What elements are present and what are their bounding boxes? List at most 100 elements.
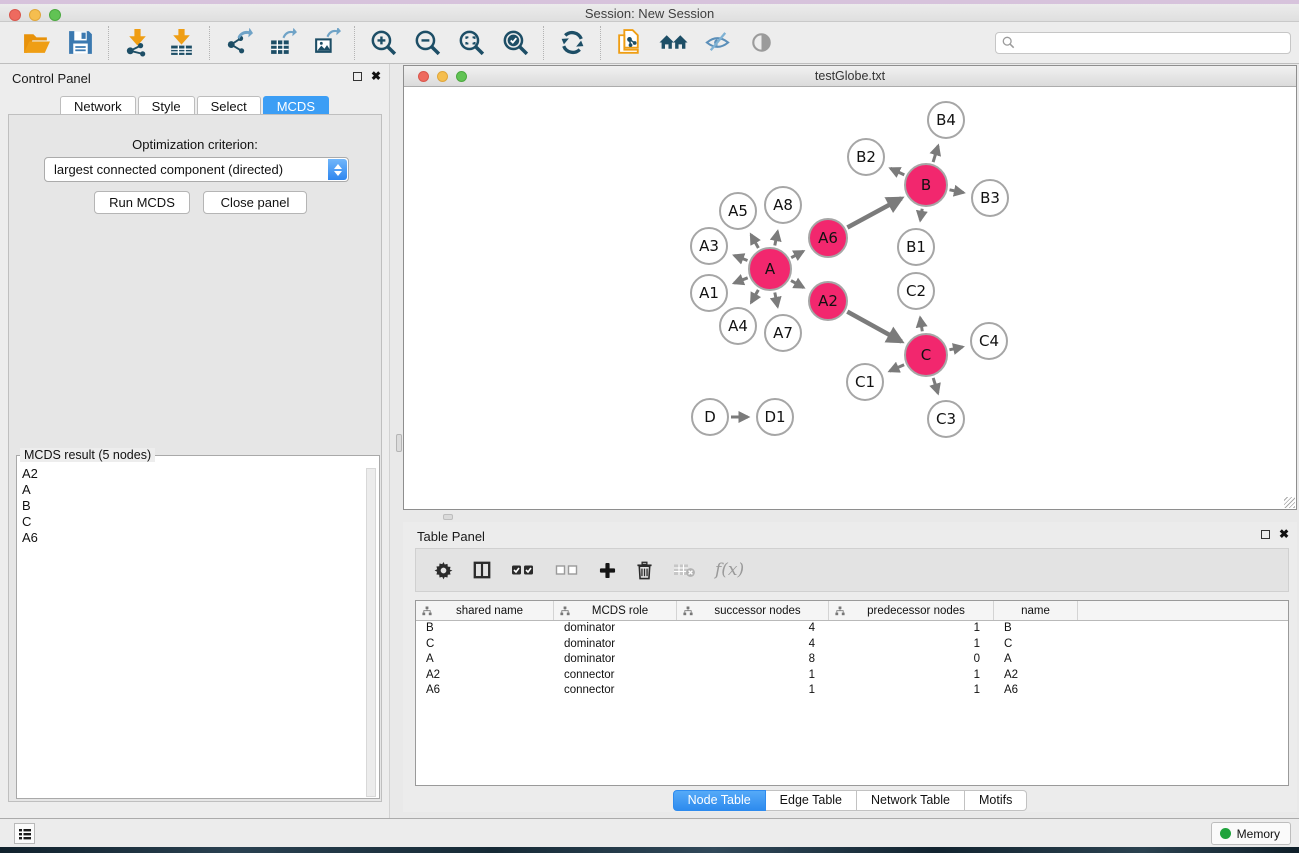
table-cell[interactable]: connector [554, 668, 677, 684]
edge-B-B3[interactable] [950, 190, 964, 193]
table-cell[interactable]: 1 [829, 668, 994, 684]
edge-B-B1[interactable] [920, 209, 922, 221]
edge-A-A7[interactable] [775, 293, 778, 307]
show-details-button[interactable] [743, 26, 779, 60]
select-all-button[interactable] [511, 563, 535, 577]
deselect-all-button[interactable] [555, 563, 579, 577]
table-cell[interactable]: dominator [554, 652, 677, 668]
result-item[interactable]: B [17, 498, 365, 514]
edge-C-C3[interactable] [933, 378, 938, 393]
result-item[interactable]: C [17, 514, 365, 530]
criterion-dropdown[interactable]: largest connected component (directed) [44, 157, 349, 182]
table-cell[interactable]: 1 [677, 668, 829, 684]
edge-A6-B[interactable] [847, 198, 901, 227]
resize-grip-icon[interactable] [1284, 497, 1295, 508]
result-item[interactable]: A2 [17, 466, 365, 482]
network-graph-canvas[interactable]: B4B2BB3B1A5A8A6A3AA1C2A4A7A2C4CC1C3DD1 [404, 87, 1296, 509]
float-panel-icon[interactable] [353, 72, 362, 81]
table-row[interactable]: Bdominator41B [416, 621, 1288, 637]
table-cell[interactable]: C [994, 637, 1078, 653]
table-cell[interactable]: A2 [994, 668, 1078, 684]
tab-node-table[interactable]: Node Table [673, 790, 766, 811]
zoom-in-button[interactable] [365, 26, 401, 60]
add-row-button[interactable] [599, 562, 616, 579]
table-cell[interactable]: A [416, 652, 554, 668]
table-cell[interactable]: 1 [829, 683, 994, 699]
table-cell[interactable]: 8 [677, 652, 829, 668]
horizontal-splitter-handle[interactable] [443, 514, 453, 520]
table-cell[interactable]: A [994, 652, 1078, 668]
table-cell[interactable]: 1 [829, 637, 994, 653]
export-network-button[interactable] [220, 26, 256, 60]
edge-A-A6[interactable] [791, 251, 803, 258]
table-cell[interactable]: B [416, 621, 554, 637]
edge-A-A8[interactable] [775, 232, 778, 246]
run-mcds-button[interactable]: Run MCDS [94, 191, 190, 214]
show-columns-button[interactable] [473, 561, 491, 579]
edge-B-B2[interactable] [891, 168, 905, 175]
table-cell[interactable]: 1 [677, 683, 829, 699]
table-row[interactable]: A6connector11A6 [416, 683, 1288, 699]
table-row[interactable]: Cdominator41C [416, 637, 1288, 653]
open-file-button[interactable] [18, 26, 54, 60]
table-cell[interactable]: dominator [554, 637, 677, 653]
save-session-button[interactable] [62, 26, 98, 60]
table-cell[interactable]: 4 [677, 637, 829, 653]
task-history-button[interactable] [14, 823, 35, 844]
refresh-network-button[interactable] [554, 26, 590, 60]
close-panel-icon[interactable]: ✖ [371, 71, 381, 81]
edge-C-C4[interactable] [949, 347, 962, 350]
edge-A-A4[interactable] [751, 290, 758, 303]
zoom-out-button[interactable] [409, 26, 445, 60]
hide-details-button[interactable] [699, 26, 735, 60]
title-bar[interactable]: Session: New Session [0, 4, 1299, 22]
column-header-predecessor-nodes[interactable]: predecessor nodes [829, 601, 994, 620]
tab-edge-table[interactable]: Edge Table [766, 790, 857, 811]
edge-C-C2[interactable] [920, 318, 922, 332]
edge-A2-C[interactable] [847, 312, 901, 342]
close-table-panel-icon[interactable]: ✖ [1279, 529, 1289, 539]
table-cell[interactable]: 0 [829, 652, 994, 668]
table-cell[interactable]: A2 [416, 668, 554, 684]
tab-motifs[interactable]: Motifs [965, 790, 1027, 811]
table-cell[interactable]: connector [554, 683, 677, 699]
zoom-selected-button[interactable] [497, 26, 533, 60]
edge-A-A3[interactable] [734, 256, 747, 261]
export-image-button[interactable] [308, 26, 344, 60]
table-cell[interactable]: 1 [829, 621, 994, 637]
delete-table-button[interactable] [673, 562, 695, 578]
export-table-button[interactable] [264, 26, 300, 60]
search-input[interactable] [995, 32, 1291, 54]
edge-A-A5[interactable] [751, 235, 758, 248]
edge-A-A1[interactable] [734, 278, 748, 283]
table-cell[interactable]: 4 [677, 621, 829, 637]
column-header-successor-nodes[interactable]: successor nodes [677, 601, 829, 620]
reset-view-button[interactable] [655, 26, 691, 60]
tab-network-table[interactable]: Network Table [857, 790, 965, 811]
import-table-button[interactable] [163, 26, 199, 60]
table-row[interactable]: A2connector11A2 [416, 668, 1288, 684]
edge-C-C1[interactable] [890, 365, 904, 371]
column-header-MCDS-role[interactable]: MCDS role [554, 601, 677, 620]
clone-network-button[interactable] [611, 26, 647, 60]
table-row[interactable]: Adominator80A [416, 652, 1288, 668]
import-network-button[interactable] [119, 26, 155, 60]
delete-row-button[interactable] [636, 561, 653, 580]
result-item[interactable]: A6 [17, 530, 365, 546]
column-header-shared-name[interactable]: shared name [416, 601, 554, 620]
zoom-fit-button[interactable] [453, 26, 489, 60]
edge-B-B4[interactable] [933, 146, 938, 162]
column-header-name[interactable]: name [994, 601, 1078, 620]
result-item[interactable]: A [17, 482, 365, 498]
table-cell[interactable]: dominator [554, 621, 677, 637]
float-table-panel-icon[interactable] [1261, 530, 1270, 539]
table-settings-button[interactable] [434, 561, 453, 580]
close-panel-button[interactable]: Close panel [203, 191, 307, 214]
table-cell[interactable]: B [994, 621, 1078, 637]
table-cell[interactable]: A6 [994, 683, 1078, 699]
result-scrollbar[interactable] [366, 468, 376, 797]
splitter-handle[interactable] [396, 434, 402, 452]
edge-A-A2[interactable] [791, 281, 804, 288]
table-cell[interactable]: C [416, 637, 554, 653]
memory-button[interactable]: Memory [1211, 822, 1291, 845]
